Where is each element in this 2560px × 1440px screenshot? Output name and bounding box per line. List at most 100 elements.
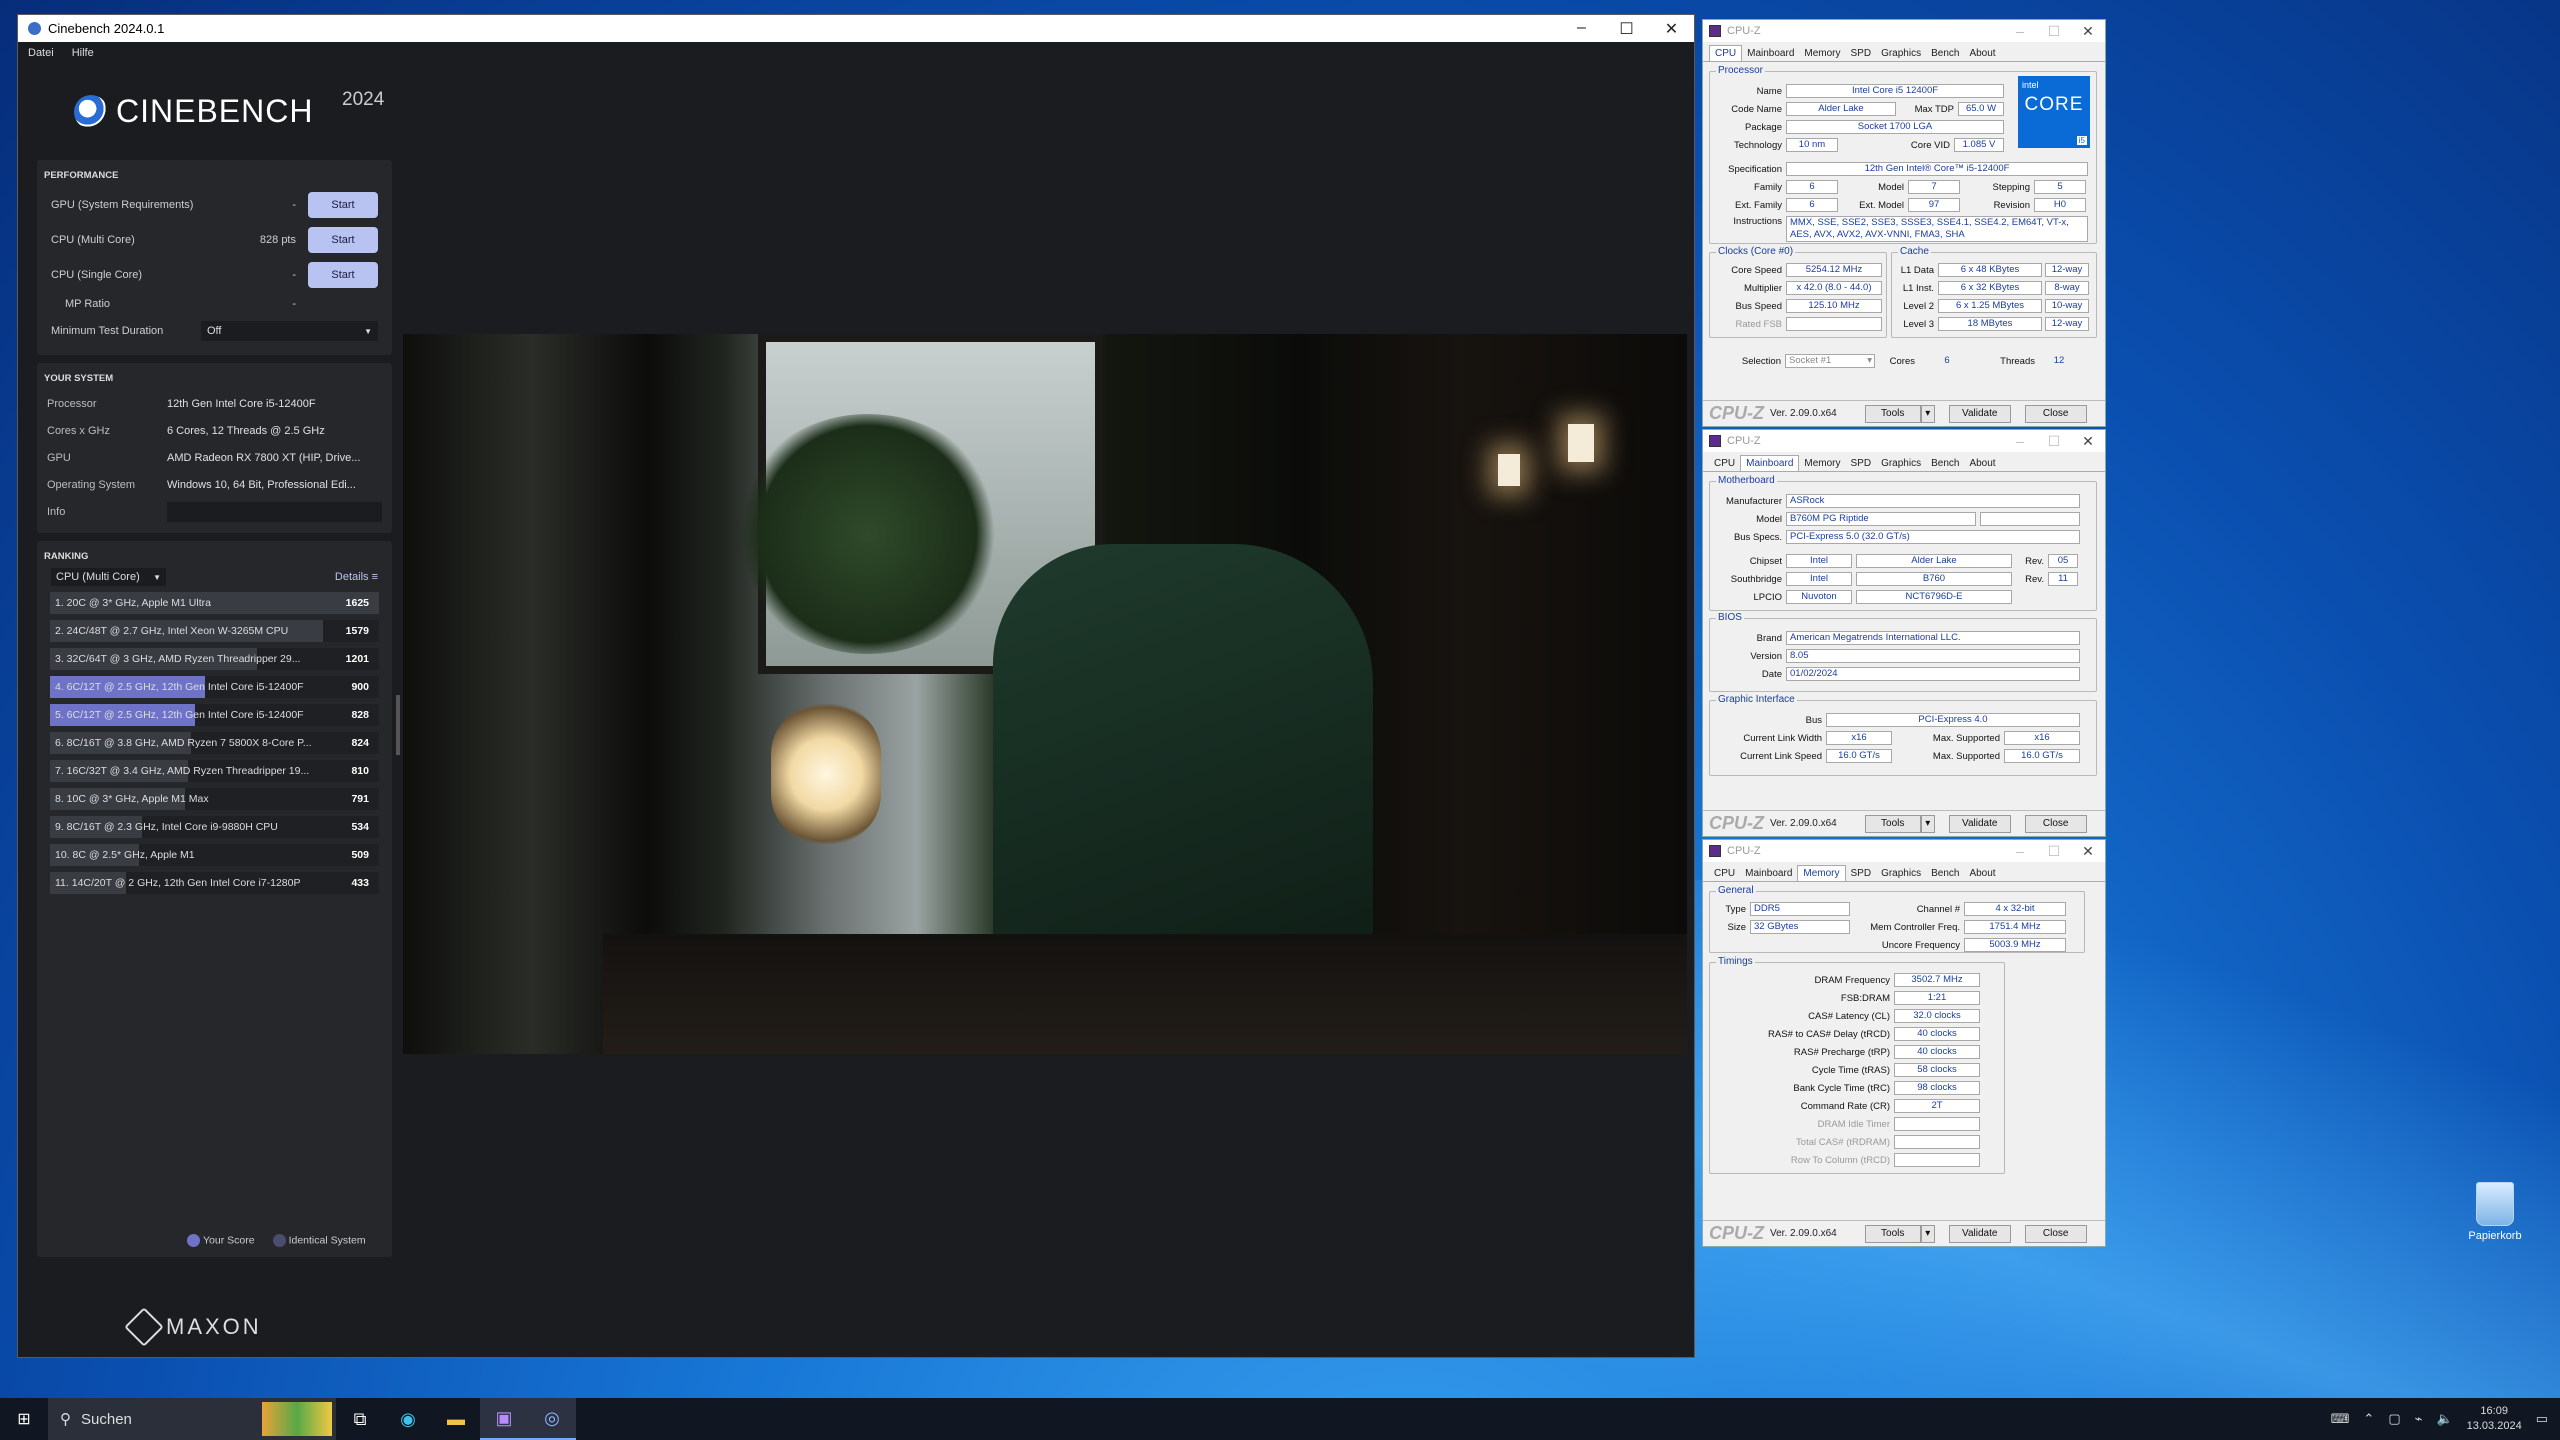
maximize-icon[interactable]: ☐ xyxy=(2037,433,2071,450)
clock[interactable]: 16:09 13.03.2024 xyxy=(2467,1404,2522,1434)
cinebench-titlebar[interactable]: Cinebench 2024.0.1 – ☐ ✕ xyxy=(18,15,1694,42)
tab-graphics[interactable]: Graphics xyxy=(1876,866,1926,881)
ranking-item[interactable]: 3. 32C/64T @ 3 GHz, AMD Ryzen Threadripp… xyxy=(50,648,379,670)
tab-bench[interactable]: Bench xyxy=(1926,46,1964,61)
keyboard-icon[interactable]: ⌨ xyxy=(2331,1411,2350,1427)
ranking-dropdown[interactable]: CPU (Multi Core) ▼ xyxy=(51,568,166,586)
tab-graphics[interactable]: Graphics xyxy=(1876,46,1926,61)
cpuz-titlebar[interactable]: CPU-Z – ☐ ✕ xyxy=(1703,430,2105,452)
close-icon[interactable]: ✕ xyxy=(2071,433,2105,450)
recycle-bin-icon[interactable]: Papierkorb xyxy=(2460,1182,2530,1242)
tab-about[interactable]: About xyxy=(1964,46,2000,61)
tab-cpu[interactable]: CPU xyxy=(1709,456,1740,471)
socket-select[interactable]: Socket #1 ▾ xyxy=(1785,354,1875,368)
menu-hilfe[interactable]: Hilfe xyxy=(72,47,94,59)
ranking-item[interactable]: 8. 10C @ 3* GHz, Apple M1 Max 791 xyxy=(50,788,379,810)
chevron-up-icon[interactable]: ⌃ xyxy=(2363,1411,2374,1427)
taskbar-search[interactable]: ⚲ Suchen xyxy=(48,1398,336,1440)
tools-dropdown[interactable]: ▾ xyxy=(1920,404,1935,423)
tab-cpu[interactable]: CPU xyxy=(1709,45,1743,61)
edge-browser-icon[interactable]: ◉ xyxy=(384,1398,432,1440)
tools-button[interactable]: Tools xyxy=(1864,1224,1921,1243)
close-icon[interactable]: ✕ xyxy=(2071,843,2105,860)
start-gpu-button[interactable]: Start xyxy=(308,191,378,218)
ranking-item[interactable]: 2. 24C/48T @ 2.7 GHz, Intel Xeon W-3265M… xyxy=(50,620,379,642)
ranking-item[interactable]: 9. 8C/16T @ 2.3 GHz, Intel Core i9-9880H… xyxy=(50,816,379,838)
windows-start-icon[interactable]: ⊞ xyxy=(0,1409,48,1429)
minimize-icon[interactable]: – xyxy=(2003,433,2037,450)
device-icon[interactable]: ▢ xyxy=(2388,1411,2400,1427)
maximize-icon[interactable]: ☐ xyxy=(2037,23,2071,40)
tab-spd[interactable]: SPD xyxy=(1846,46,1877,61)
file-explorer-icon[interactable]: ▬ xyxy=(432,1398,480,1440)
performance-header: PERFORMANCE xyxy=(44,170,119,181)
network-icon[interactable]: ⌁ xyxy=(2415,1411,2423,1427)
field-label: LPCIO xyxy=(1753,591,1782,603)
validate-button[interactable]: Validate xyxy=(1948,404,2011,423)
ranking-item[interactable]: 4. 6C/12T @ 2.5 GHz, 12th Gen Intel Core… xyxy=(50,676,379,698)
tab-memory[interactable]: Memory xyxy=(1797,865,1846,881)
minimize-icon[interactable]: – xyxy=(1559,19,1604,39)
ranking-item[interactable]: 7. 16C/32T @ 3.4 GHz, AMD Ryzen Threadri… xyxy=(50,760,379,782)
tools-label: Tools xyxy=(1881,408,1905,419)
tools-button[interactable]: Tools xyxy=(1864,814,1921,833)
volume-icon[interactable]: 🔈 xyxy=(2436,1411,2452,1427)
tab-about[interactable]: About xyxy=(1964,866,2000,881)
close-button[interactable]: Close xyxy=(2024,814,2087,833)
close-icon[interactable]: ✕ xyxy=(2071,23,2105,40)
tab-spd[interactable]: SPD xyxy=(1846,866,1877,881)
tools-dropdown[interactable]: ▾ xyxy=(1920,814,1935,833)
ranking-text: 8. 10C @ 3* GHz, Apple M1 Max xyxy=(55,793,209,805)
close-button[interactable]: Close xyxy=(2024,1224,2087,1243)
validate-button[interactable]: Validate xyxy=(1948,814,2011,833)
field-row: Current Link Width x16 Max. Supported x16 xyxy=(1710,731,2080,745)
cinebench-taskbar-icon[interactable]: ◎ xyxy=(528,1398,576,1440)
tab-memory[interactable]: Memory xyxy=(1799,46,1845,61)
group-label: Graphic Interface xyxy=(1716,694,1797,705)
info-input[interactable] xyxy=(167,501,382,522)
tab-graphics[interactable]: Graphics xyxy=(1876,456,1926,471)
details-button[interactable]: Details ≡ xyxy=(335,571,378,583)
task-view-icon[interactable]: ⧉ xyxy=(336,1398,384,1440)
cpuz-titlebar[interactable]: CPU-Z – ☐ ✕ xyxy=(1703,840,2105,862)
maximize-icon[interactable]: ☐ xyxy=(2037,843,2071,860)
tools-dropdown[interactable]: ▾ xyxy=(1920,1224,1935,1243)
timing-value: 40 clocks xyxy=(1894,1027,1980,1041)
minimize-icon[interactable]: – xyxy=(2003,843,2037,860)
tab-mainboard[interactable]: Mainboard xyxy=(1742,46,1799,61)
tab-about[interactable]: About xyxy=(1964,456,2000,471)
timing-label: Bank Cycle Time (tRC) xyxy=(1793,1082,1890,1094)
start-cpu-multi-button[interactable]: Start xyxy=(308,226,378,253)
tab-mainboard[interactable]: Mainboard xyxy=(1740,455,1800,471)
timing-value xyxy=(1894,1135,1980,1149)
tab-mainboard[interactable]: Mainboard xyxy=(1740,866,1797,881)
min-duration-dropdown[interactable]: Off ▼ xyxy=(201,321,378,341)
ranking-score: 824 xyxy=(351,737,369,749)
start-cpu-single-button[interactable]: Start xyxy=(308,261,378,288)
menu-datei[interactable]: Datei xyxy=(28,47,54,59)
ranking-item[interactable]: 11. 14C/20T @ 2 GHz, 12th Gen Intel Core… xyxy=(50,872,379,894)
ranking-item[interactable]: 6. 8C/16T @ 3.8 GHz, AMD Ryzen 7 5800X 8… xyxy=(50,732,379,754)
timing-label: Command Rate (CR) xyxy=(1800,1100,1890,1112)
field-value xyxy=(1786,317,1882,331)
ranking-item[interactable]: 5. 6C/12T @ 2.5 GHz, 12th Gen Intel Core… xyxy=(50,704,379,726)
tab-bench[interactable]: Bench xyxy=(1926,866,1964,881)
tab-spd[interactable]: SPD xyxy=(1846,456,1877,471)
cpuz-titlebar[interactable]: CPU-Z – ☐ ✕ xyxy=(1703,20,2105,42)
ranking-item[interactable]: 10. 8C @ 2.5* GHz, Apple M1 509 xyxy=(50,844,379,866)
info-row: Info xyxy=(37,498,392,525)
minimize-icon[interactable]: – xyxy=(2003,23,2037,40)
field-row: Package Socket 1700 LGA xyxy=(1710,120,2004,134)
validate-button[interactable]: Validate xyxy=(1948,1224,2011,1243)
cpuz-taskbar-icon[interactable]: ▣ xyxy=(480,1398,528,1440)
notification-icon[interactable]: ▭ xyxy=(2536,1411,2548,1427)
close-icon[interactable]: ✕ xyxy=(1649,19,1694,39)
close-button[interactable]: Close xyxy=(2024,404,2087,423)
maximize-icon[interactable]: ☐ xyxy=(1604,19,1649,39)
tools-button[interactable]: Tools xyxy=(1864,404,1921,423)
tab-cpu[interactable]: CPU xyxy=(1709,866,1740,881)
tab-memory[interactable]: Memory xyxy=(1799,456,1845,471)
ranking-item[interactable]: 1. 20C @ 3* GHz, Apple M1 Ultra 1625 xyxy=(50,592,379,614)
tab-bench[interactable]: Bench xyxy=(1926,456,1964,471)
panel-scrollbar[interactable] xyxy=(396,695,400,755)
